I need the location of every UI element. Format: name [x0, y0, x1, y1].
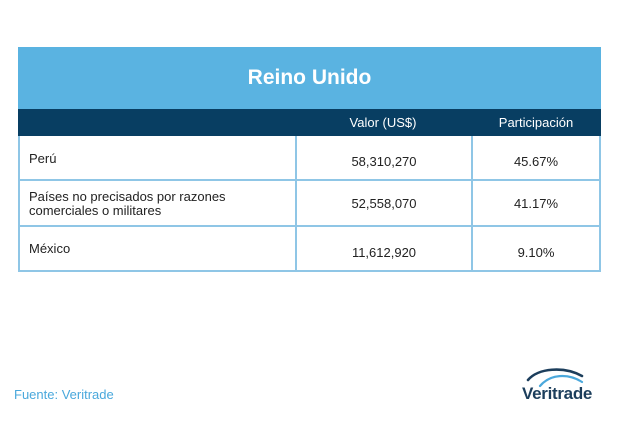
table-row: Países no precisados por razones comerci…	[20, 179, 599, 225]
table-body: Perú 58,310,270 45.67% Países no precisa…	[18, 136, 601, 272]
cell-share: 9.10%	[471, 227, 599, 270]
veritrade-logo: Veritrade	[518, 366, 604, 410]
cell-value: 52,558,070	[295, 181, 471, 225]
header-value: Valor (US$)	[349, 115, 417, 130]
table-title: Reino Unido	[18, 47, 601, 109]
table-row: Perú 58,310,270 45.67%	[20, 136, 599, 179]
header-country	[18, 109, 295, 136]
cell-value: 58,310,270	[295, 136, 471, 179]
table-header-row: Valor (US$) Participación	[18, 109, 601, 136]
cell-share: 41.17%	[471, 181, 599, 225]
cell-country: México	[29, 241, 71, 256]
cell-value: 11,612,920	[295, 227, 471, 270]
cell-share: 45.67%	[471, 136, 599, 179]
source-caption: Fuente: Veritrade	[14, 387, 114, 402]
table-row: México 11,612,920 9.10%	[20, 225, 599, 270]
logo-text: Veritrade	[522, 384, 593, 403]
cell-country: Países no precisados por razones comerci…	[29, 189, 226, 218]
data-table: Reino Unido Valor (US$) Participación Pe…	[18, 47, 601, 272]
cell-country: Perú	[29, 151, 57, 166]
header-share: Participación	[498, 115, 574, 130]
